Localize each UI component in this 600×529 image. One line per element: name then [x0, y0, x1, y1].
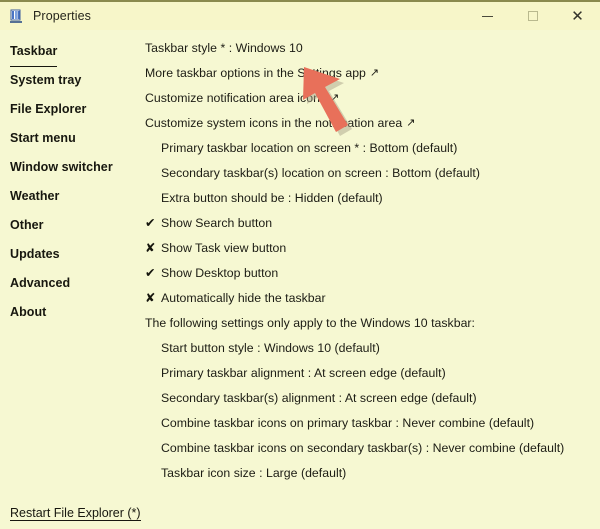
- setting-row[interactable]: Primary taskbar location on screen * : B…: [140, 136, 600, 161]
- sidebar-item-label: Window switcher: [10, 160, 113, 174]
- sidebar-item-label: File Explorer: [10, 102, 87, 116]
- setting-row[interactable]: Extra button should be : Hidden (default…: [140, 186, 600, 211]
- setting-label: The following settings only apply to the…: [145, 316, 475, 330]
- setting-toggle-row[interactable]: ✘ Show Task view button: [140, 236, 600, 261]
- title-bar-left: Properties: [0, 9, 91, 24]
- external-link-icon: ↗: [369, 67, 380, 79]
- setting-label: Primary taskbar location on screen * : B…: [161, 141, 458, 155]
- setting-row[interactable]: Combine taskbar icons on primary taskbar…: [140, 411, 600, 436]
- sidebar-item-other[interactable]: Other: [0, 211, 140, 240]
- sidebar-item-label: Updates: [10, 247, 60, 261]
- setting-label: Combine taskbar icons on secondary taskb…: [161, 441, 565, 455]
- title-bar: Properties ✕: [0, 0, 600, 30]
- sidebar-item-label: About: [10, 305, 47, 319]
- setting-row[interactable]: Taskbar icon size : Large (default): [140, 461, 600, 486]
- check-icon: ✔: [145, 216, 156, 230]
- setting-row[interactable]: The following settings only apply to the…: [140, 311, 600, 336]
- setting-label: Show Search button: [161, 216, 273, 230]
- setting-label: Customize notification area icons: [145, 91, 327, 105]
- setting-toggle-row[interactable]: ✔ Show Desktop button: [140, 261, 600, 286]
- setting-row[interactable]: Customize notification area icons ↗: [140, 86, 600, 111]
- setting-label: Extra button should be : Hidden (default…: [161, 191, 383, 205]
- setting-row[interactable]: Start button style : Windows 10 (default…: [140, 336, 600, 361]
- setting-row[interactable]: More taskbar options in the Settings app…: [140, 61, 600, 86]
- setting-label: Customize system icons in the notificati…: [145, 116, 403, 130]
- sidebar-item-window-switcher[interactable]: Window switcher: [0, 153, 140, 182]
- sidebar-item-label: Weather: [10, 189, 60, 203]
- window-body: Taskbar System tray File Explorer Start men…: [0, 30, 600, 529]
- maximize-button[interactable]: [510, 1, 555, 31]
- sidebar-item-label: Taskbar: [10, 37, 58, 67]
- sidebar-item-taskbar[interactable]: Taskbar: [0, 37, 140, 67]
- sidebar-item-start-menu[interactable]: Start menu: [0, 124, 140, 153]
- sidebar-item-updates[interactable]: Updates: [0, 240, 140, 269]
- sidebar-item-label: System tray: [10, 73, 82, 87]
- minimize-icon: [482, 15, 493, 17]
- cross-icon: ✘: [145, 241, 156, 255]
- restart-file-explorer-link[interactable]: Restart File Explorer (*): [10, 506, 141, 521]
- taskbar-properties-icon: [9, 9, 24, 24]
- sidebar-item-advanced[interactable]: Advanced: [0, 269, 140, 298]
- sidebar-nav: Taskbar System tray File Explorer Start men…: [0, 30, 140, 529]
- setting-label: Taskbar style * : Windows 10: [145, 41, 303, 55]
- setting-label: Show Task view button: [161, 241, 287, 255]
- sidebar-item-file-explorer[interactable]: File Explorer: [0, 95, 140, 124]
- setting-row[interactable]: Primary taskbar alignment : At screen ed…: [140, 361, 600, 386]
- window-controls: ✕: [465, 1, 600, 31]
- sidebar-item-label: Start menu: [10, 131, 76, 145]
- setting-row[interactable]: Secondary taskbar(s) alignment : At scre…: [140, 386, 600, 411]
- close-button[interactable]: ✕: [555, 1, 600, 31]
- setting-row[interactable]: Secondary taskbar(s) location on screen …: [140, 161, 600, 186]
- setting-label: Combine taskbar icons on primary taskbar…: [161, 416, 535, 430]
- setting-label: Taskbar icon size : Large (default): [161, 466, 347, 480]
- setting-label: Secondary taskbar(s) location on screen …: [161, 166, 480, 180]
- setting-label: Automatically hide the taskbar: [161, 291, 326, 305]
- cross-icon: ✘: [145, 291, 156, 305]
- external-link-icon: ↗: [406, 117, 416, 129]
- window-title: Properties: [33, 9, 91, 23]
- sidebar-item-system-tray[interactable]: System tray: [0, 66, 140, 95]
- properties-window: Properties ✕ Taskbar System tray File Expl…: [0, 0, 600, 529]
- setting-label: Secondary taskbar(s) alignment : At scre…: [161, 391, 477, 405]
- setting-toggle-row[interactable]: ✔ Show Search button: [140, 211, 600, 236]
- external-link-icon: ↗: [330, 92, 340, 104]
- setting-row[interactable]: Combine taskbar icons on secondary taskb…: [140, 436, 600, 461]
- setting-row[interactable]: Customize system icons in the notificati…: [140, 111, 600, 136]
- check-icon: ✔: [145, 266, 156, 280]
- sidebar-item-weather[interactable]: Weather: [0, 182, 140, 211]
- sidebar-item-label: Other: [10, 218, 44, 232]
- setting-label: Primary taskbar alignment : At screen ed…: [161, 366, 446, 380]
- minimize-button[interactable]: [465, 1, 510, 31]
- close-icon: ✕: [571, 7, 584, 25]
- setting-toggle-row[interactable]: ✘ Automatically hide the taskbar: [140, 286, 600, 311]
- settings-panel: Taskbar style * : Windows 10 More taskbar…: [140, 30, 600, 529]
- setting-row[interactable]: Taskbar style * : Windows 10: [140, 36, 600, 61]
- setting-label: Show Desktop button: [161, 266, 279, 280]
- setting-label: Start button style : Windows 10 (default…: [161, 341, 380, 355]
- restart-file-explorer-label: Restart File Explorer (*): [10, 506, 141, 521]
- sidebar-item-label: Advanced: [10, 276, 71, 290]
- setting-label: More taskbar options in the Settings app: [145, 66, 366, 80]
- sidebar-item-about[interactable]: About: [0, 298, 140, 327]
- maximize-icon: [527, 11, 538, 21]
